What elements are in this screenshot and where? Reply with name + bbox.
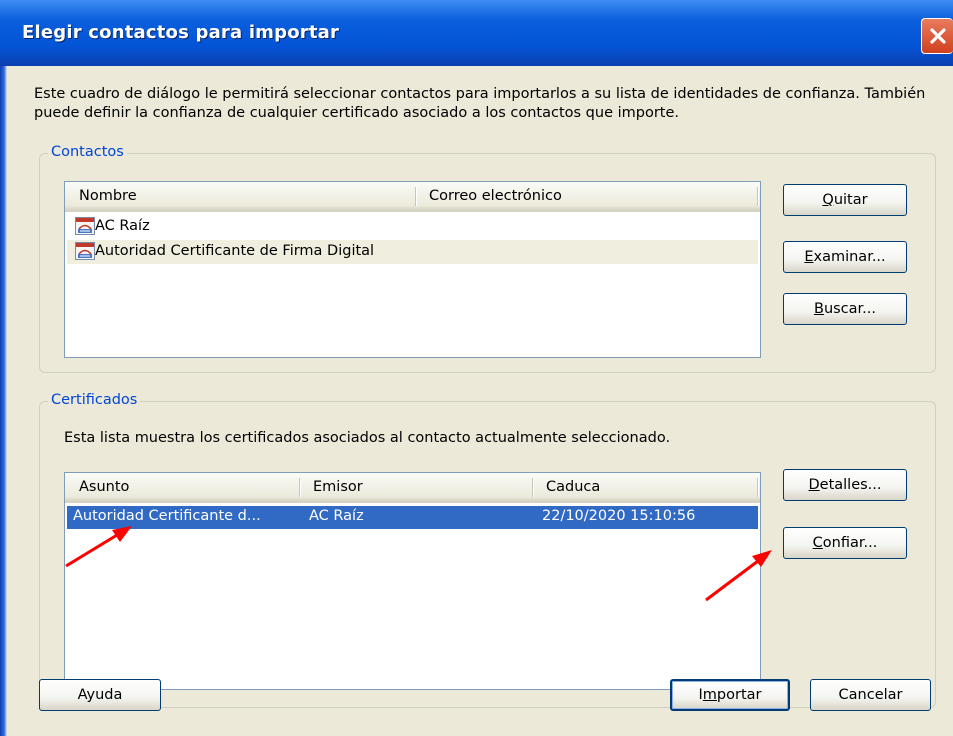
close-button[interactable] (921, 18, 953, 54)
window-frame-left (0, 66, 7, 736)
certificate-expires: 22/10/2020 15:10:56 (542, 508, 696, 524)
contact-card-icon (75, 242, 95, 260)
column-separator[interactable] (757, 187, 759, 206)
column-separator[interactable] (299, 478, 301, 497)
certificates-group-label: Certificados (48, 392, 141, 408)
search-button[interactable]: Buscar... (783, 293, 907, 325)
trust-button[interactable]: Confiar... (783, 527, 907, 559)
column-header-email[interactable]: Correo electrónico (429, 188, 562, 204)
import-button[interactable]: Im portar (670, 679, 790, 711)
certificates-description: Esta lista muestra los certificados asoc… (64, 430, 671, 446)
contact-row[interactable]: Autoridad Certificante de Firma Digital (67, 240, 758, 264)
window-title: Elegir contactos para importar (22, 22, 340, 43)
column-header-subject[interactable]: Asunto (79, 479, 129, 495)
column-header-name[interactable]: Nombre (79, 188, 137, 204)
contact-card-icon (75, 217, 95, 235)
column-header-issuer[interactable]: Emisor (313, 479, 363, 495)
contacts-list-header: Nombre Correo electrónico (65, 182, 760, 212)
certificate-issuer: AC Raíz (309, 508, 364, 524)
browse-button[interactable]: Examinar... (783, 241, 907, 273)
certificates-list[interactable]: Asunto Emisor Caduca Autoridad Certifica… (64, 472, 761, 690)
contact-name: Autoridad Certificante de Firma Digital (95, 243, 375, 259)
column-separator[interactable] (757, 478, 759, 497)
close-icon (929, 28, 946, 44)
details-button[interactable]: Detalles... (783, 469, 907, 501)
certificate-row[interactable]: Autoridad Certificante d... AC Raíz 22/1… (67, 506, 758, 529)
column-separator[interactable] (532, 478, 534, 497)
help-button[interactable]: Ayuda (39, 679, 161, 711)
dialog-description: Este cuadro de diálogo le permitirá sele… (34, 86, 926, 121)
contacts-list[interactable]: Nombre Correo electrónico AC Raíz Autori… (64, 181, 761, 358)
remove-button[interactable]: Quitar (783, 184, 907, 216)
dialog-window: Elegir contactos para importar Este cuad… (0, 0, 953, 736)
dialog-body: Este cuadro de diálogo le permitirá sele… (7, 66, 953, 736)
contact-row[interactable]: AC Raíz (67, 215, 758, 239)
column-header-expires[interactable]: Caduca (546, 479, 600, 495)
title-bar[interactable]: Elegir contactos para importar (0, 0, 953, 66)
contact-name: AC Raíz (95, 218, 150, 234)
certificates-list-header: Asunto Emisor Caduca (65, 473, 760, 503)
certificate-subject: Autoridad Certificante d... (73, 508, 261, 524)
column-separator[interactable] (415, 187, 417, 206)
cancel-button[interactable]: Cancelar (810, 679, 931, 711)
contacts-group-label: Contactos (48, 144, 127, 160)
